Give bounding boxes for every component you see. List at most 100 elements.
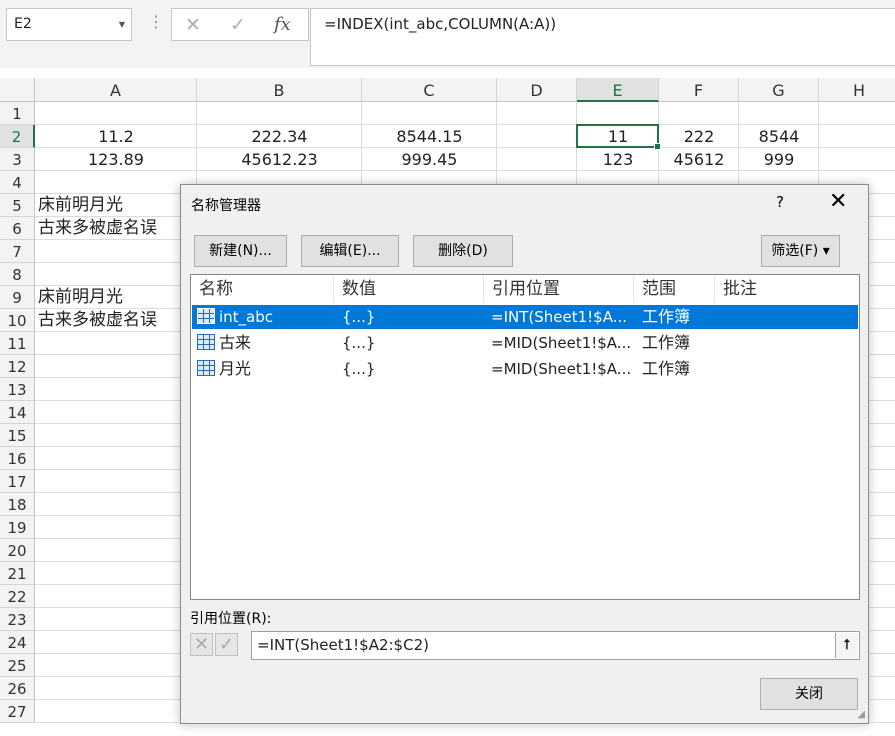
value-cell: {...} xyxy=(342,334,376,352)
row-header-17[interactable]: 17 xyxy=(0,470,35,493)
table-icon xyxy=(197,308,215,324)
row-header-3[interactable]: 3 xyxy=(0,148,35,171)
row-header-7[interactable]: 7 xyxy=(0,240,35,263)
name-box-dropdown-icon[interactable]: ▼ xyxy=(119,9,125,40)
row-header-27[interactable]: 27 xyxy=(0,700,35,723)
value-cell: {...} xyxy=(342,308,376,326)
row-header-21[interactable]: 21 xyxy=(0,562,35,585)
col-header-comment[interactable]: 批注 xyxy=(715,275,859,303)
refers-to-value: =INT(Sheet1!$A2:$C2) xyxy=(257,636,429,654)
cell-A3[interactable]: 123.89 xyxy=(35,148,197,171)
new-name-button[interactable]: 新建(N)... xyxy=(194,235,287,267)
refers-to-input[interactable]: =INT(Sheet1!$A2:$C2) ⭡ xyxy=(251,631,860,660)
cell-A10[interactable]: 古来多被虚名误 xyxy=(38,309,157,332)
help-icon[interactable]: ? xyxy=(776,193,784,211)
row-header-20[interactable]: 20 xyxy=(0,539,35,562)
resize-grip-icon[interactable]: ◢ xyxy=(857,709,865,720)
cell-F3[interactable]: 45612 xyxy=(659,148,739,171)
refers-to-cell: =MID(Sheet1!$A... xyxy=(491,360,632,378)
row-header-23[interactable]: 23 xyxy=(0,608,35,631)
row-header-25[interactable]: 25 xyxy=(0,654,35,677)
row-header-8[interactable]: 8 xyxy=(0,263,35,286)
list-item[interactable]: 月光 {...} =MID(Sheet1!$A... 工作簿 xyxy=(192,357,858,381)
column-header-E[interactable]: E xyxy=(577,78,659,102)
row-header-10[interactable]: 10 xyxy=(0,309,35,332)
formula-bar: E2 ▼ ⋮ ✕ ✓ fx =INDEX(int_abc,COLUMN(A:A)… xyxy=(0,0,895,68)
refers-to-cell: =INT(Sheet1!$A... xyxy=(491,308,627,326)
name-box[interactable]: E2 ▼ xyxy=(6,8,132,41)
cell-E3[interactable]: 123 xyxy=(577,148,659,171)
refers-to-row: ✕ ✓ =INT(Sheet1!$A2:$C2) ⭡ xyxy=(190,631,860,661)
column-header-H[interactable]: H xyxy=(819,78,895,102)
filter-button[interactable]: 筛选(F) ▾ xyxy=(761,235,840,267)
col-header-value[interactable]: 数值 xyxy=(334,275,484,303)
name-cell: 古来 xyxy=(219,333,252,352)
cell-C2[interactable]: 8544.15 xyxy=(362,125,497,148)
fill-handle[interactable] xyxy=(654,143,661,150)
row-header-13[interactable]: 13 xyxy=(0,378,35,401)
formula-input[interactable]: =INDEX(int_abc,COLUMN(A:A)) xyxy=(310,8,895,66)
cancel-icon[interactable]: ✕ xyxy=(185,14,201,36)
col-header-scope[interactable]: 范围 xyxy=(634,275,715,303)
close-button[interactable]: 关闭 xyxy=(760,678,858,710)
selected-cell-outline xyxy=(576,124,661,150)
ref-confirm-icon[interactable]: ✓ xyxy=(215,633,238,656)
name-cell: 月光 xyxy=(219,359,252,378)
cell-A2[interactable]: 11.2 xyxy=(35,125,197,148)
row-header-18[interactable]: 18 xyxy=(0,493,35,516)
name-cell: int_abc xyxy=(219,308,274,326)
column-header-C[interactable]: C xyxy=(362,78,497,102)
column-header-G[interactable]: G xyxy=(739,78,819,102)
refers-to-cell: =MID(Sheet1!$A... xyxy=(491,334,632,352)
col-header-refers-to[interactable]: 引用位置 xyxy=(484,275,634,303)
cell-G3[interactable]: 999 xyxy=(739,148,819,171)
row-header-11[interactable]: 11 xyxy=(0,332,35,355)
cell-B2[interactable]: 222.34 xyxy=(197,125,362,148)
value-cell: {...} xyxy=(342,360,376,378)
row-header-6[interactable]: 6 xyxy=(0,217,35,240)
list-item[interactable]: int_abc {...} =INT(Sheet1!$A... 工作簿 xyxy=(192,305,858,329)
scope-cell: 工作簿 xyxy=(642,333,691,352)
names-list[interactable]: 名称 数值 引用位置 范围 批注 int_abc {...} =INT(Shee… xyxy=(190,274,860,600)
row-header-5[interactable]: 5 xyxy=(0,194,35,217)
name-box-value: E2 xyxy=(14,16,32,32)
row-header-22[interactable]: 22 xyxy=(0,585,35,608)
cell-A6[interactable]: 古来多被虚名误 xyxy=(38,217,157,240)
row-header-1[interactable]: 1 xyxy=(0,102,35,125)
cell-A5[interactable]: 床前明月光 xyxy=(38,194,123,217)
scope-cell: 工作簿 xyxy=(642,359,691,378)
cell-F2[interactable]: 222 xyxy=(659,125,739,148)
cell-A9[interactable]: 床前明月光 xyxy=(38,286,123,309)
ref-cancel-icon[interactable]: ✕ xyxy=(190,633,213,656)
column-header-F[interactable]: F xyxy=(659,78,739,102)
refers-to-label: 引用位置(R): xyxy=(190,611,272,627)
row-header-26[interactable]: 26 xyxy=(0,677,35,700)
column-header-B[interactable]: B xyxy=(197,78,362,102)
row-header-14[interactable]: 14 xyxy=(0,401,35,424)
row-header-15[interactable]: 15 xyxy=(0,424,35,447)
column-header-A[interactable]: A xyxy=(35,78,197,102)
enter-icon[interactable]: ✓ xyxy=(230,14,246,36)
row-header-4[interactable]: 4 xyxy=(0,171,35,194)
formula-bar-grip-icon: ⋮ xyxy=(148,12,164,31)
row-header-24[interactable]: 24 xyxy=(0,631,35,654)
column-header-D[interactable]: D xyxy=(497,78,577,102)
row-header-16[interactable]: 16 xyxy=(0,447,35,470)
cell-C3[interactable]: 999.45 xyxy=(362,148,497,171)
table-icon xyxy=(197,360,215,376)
col-header-name[interactable]: 名称 xyxy=(191,275,334,303)
row-header-2[interactable]: 2 xyxy=(0,125,35,148)
cell-G2[interactable]: 8544 xyxy=(739,125,819,148)
dialog-close-icon[interactable]: ✕ xyxy=(829,189,847,214)
select-all-corner[interactable] xyxy=(0,78,35,102)
insert-function-icon[interactable]: fx xyxy=(274,14,291,35)
name-manager-dialog: 名称管理器 ? ✕ 新建(N)... 编辑(E)... 删除(D) 筛选(F) … xyxy=(180,184,869,724)
row-header-19[interactable]: 19 xyxy=(0,516,35,539)
row-header-9[interactable]: 9 xyxy=(0,286,35,309)
list-item[interactable]: 古来 {...} =MID(Sheet1!$A... 工作簿 xyxy=(192,331,858,355)
edit-name-button[interactable]: 编辑(E)... xyxy=(301,235,399,267)
cell-B3[interactable]: 45612.23 xyxy=(197,148,362,171)
collapse-dialog-icon[interactable]: ⭡ xyxy=(835,633,858,658)
row-header-12[interactable]: 12 xyxy=(0,355,35,378)
delete-name-button[interactable]: 删除(D) xyxy=(413,235,513,267)
